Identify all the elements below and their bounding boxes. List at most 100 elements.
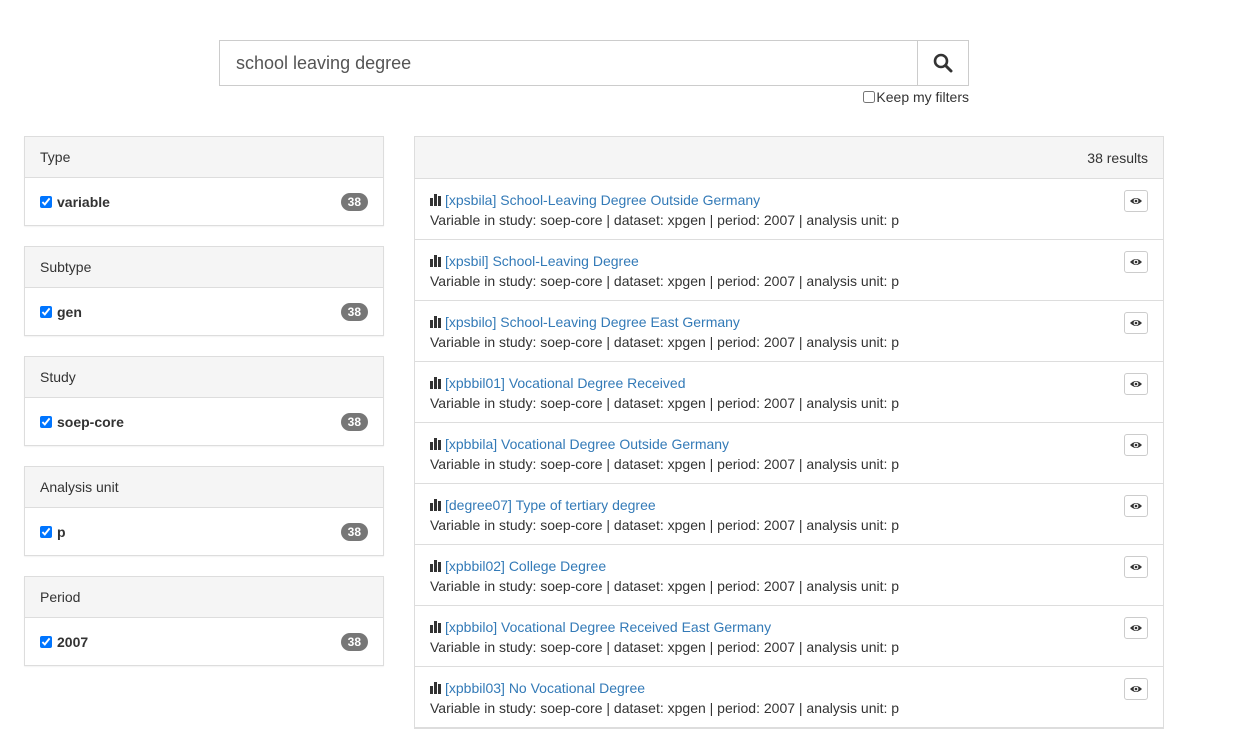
result-title-line: [xpbbil03] No Vocational Degree bbox=[430, 678, 1148, 698]
preview-button[interactable] bbox=[1124, 251, 1148, 273]
facet-checkbox[interactable] bbox=[40, 415, 52, 428]
results-header: 38 results bbox=[415, 137, 1163, 179]
preview-button[interactable] bbox=[1124, 495, 1148, 517]
facet-title: Type bbox=[25, 137, 383, 178]
keep-filters[interactable]: Keep my filters bbox=[863, 89, 969, 105]
result-row: [xpsbilo] School-Leaving Degree East Ger… bbox=[415, 301, 1163, 362]
result-description: Variable in study: soep-core | dataset: … bbox=[430, 456, 900, 472]
preview-button[interactable] bbox=[1124, 556, 1148, 578]
facet-option-label: 2007 bbox=[57, 633, 89, 650]
bar-chart-icon bbox=[430, 255, 441, 267]
result-row: [xpsbila] School-Leaving Degree Outside … bbox=[415, 179, 1163, 240]
result-description: Variable in study: soep-core | dataset: … bbox=[430, 334, 900, 350]
facet-title: Study bbox=[25, 357, 383, 398]
result-title-line: [xpbbila] Vocational Degree Outside Germ… bbox=[430, 434, 1148, 454]
result-description: Variable in study: soep-core | dataset: … bbox=[430, 395, 900, 411]
result-description: Variable in study: soep-core | dataset: … bbox=[430, 639, 900, 655]
result-row: [xpbbil01] Vocational Degree Received Var… bbox=[415, 362, 1163, 423]
count-badge: 38 bbox=[340, 412, 368, 431]
result-row: [xpbbil03] No Vocational Degree Variable … bbox=[415, 667, 1163, 728]
facet-checkbox[interactable] bbox=[40, 305, 52, 318]
bar-chart-icon bbox=[430, 438, 441, 450]
facet-option-label: p bbox=[57, 523, 66, 540]
result-title-line: [xpsbila] School-Leaving Degree Outside … bbox=[430, 190, 1148, 210]
facet-option-label: soep-core bbox=[57, 413, 124, 430]
facet-checkbox[interactable] bbox=[40, 635, 52, 648]
result-title-line: [xpbbil01] Vocational Degree Received bbox=[430, 373, 1148, 393]
facet-option[interactable]: p bbox=[40, 524, 66, 540]
eye-icon bbox=[1130, 686, 1142, 692]
result-title-line: [xpbbil02] College Degree bbox=[430, 556, 1148, 576]
eye-icon bbox=[1130, 259, 1142, 265]
bar-chart-icon bbox=[430, 499, 441, 511]
result-description: Variable in study: soep-core | dataset: … bbox=[430, 578, 900, 594]
facet-period: Period 2007 38 bbox=[24, 576, 384, 666]
result-row: [xpsbil] School-Leaving Degree Variable i… bbox=[415, 240, 1163, 301]
bar-chart-icon bbox=[430, 621, 441, 633]
eye-icon bbox=[1130, 564, 1142, 570]
result-title-link[interactable]: [xpsbil] School-Leaving Degree bbox=[445, 253, 639, 269]
preview-button[interactable] bbox=[1124, 190, 1148, 212]
facet-title: Analysis unit bbox=[25, 467, 383, 508]
facet-option[interactable]: variable bbox=[40, 194, 110, 210]
bar-chart-icon bbox=[430, 560, 441, 572]
facet-option[interactable]: gen bbox=[40, 304, 82, 320]
preview-button[interactable] bbox=[1124, 312, 1148, 334]
facet-option-label: variable bbox=[57, 193, 110, 210]
result-title-link[interactable]: [xpsbilo] School-Leaving Degree East Ger… bbox=[445, 314, 740, 330]
eye-icon bbox=[1130, 503, 1142, 509]
eye-icon bbox=[1130, 625, 1142, 631]
keep-filters-label: Keep my filters bbox=[876, 89, 969, 105]
result-description: Variable in study: soep-core | dataset: … bbox=[430, 517, 900, 533]
facet-option-label: gen bbox=[57, 303, 82, 320]
result-description: Variable in study: soep-core | dataset: … bbox=[430, 212, 900, 228]
facet-option[interactable]: 2007 bbox=[40, 634, 88, 650]
search-bar bbox=[219, 40, 969, 86]
result-row: [degree07] Type of tertiary degree Variab… bbox=[415, 484, 1163, 545]
search-button[interactable] bbox=[917, 40, 969, 86]
count-badge: 38 bbox=[340, 632, 368, 651]
result-title-link[interactable]: [xpbbil02] College Degree bbox=[445, 558, 606, 574]
result-title-line: [degree07] Type of tertiary degree bbox=[430, 495, 1148, 515]
facet-analysis-unit: Analysis unit p 38 bbox=[24, 466, 384, 556]
preview-button[interactable] bbox=[1124, 434, 1148, 456]
count-badge: 38 bbox=[340, 522, 368, 541]
facet-checkbox[interactable] bbox=[40, 195, 52, 208]
bar-chart-icon bbox=[430, 682, 441, 694]
result-title-link[interactable]: [xpsbila] School-Leaving Degree Outside … bbox=[445, 192, 760, 208]
result-title-link[interactable]: [degree07] Type of tertiary degree bbox=[445, 497, 656, 513]
result-row: [xpbbila] Vocational Degree Outside Germ… bbox=[415, 423, 1163, 484]
facet-checkbox[interactable] bbox=[40, 525, 52, 538]
facet-title: Subtype bbox=[25, 247, 383, 288]
eye-icon bbox=[1130, 320, 1142, 326]
facet-subtype: Subtype gen 38 bbox=[24, 246, 384, 336]
preview-button[interactable] bbox=[1124, 373, 1148, 395]
eye-icon bbox=[1130, 442, 1142, 448]
result-row: [xpbbilo] Vocational Degree Received Eas… bbox=[415, 606, 1163, 667]
count-badge: 38 bbox=[340, 192, 368, 211]
result-title-line: [xpbbilo] Vocational Degree Received Eas… bbox=[430, 617, 1148, 637]
search-icon bbox=[933, 53, 953, 73]
results-count: 38 results bbox=[1087, 149, 1148, 166]
results-panel: 38 results [xpsbila] School-Leaving Degr… bbox=[414, 136, 1164, 729]
results-list: [xpsbila] School-Leaving Degree Outside … bbox=[415, 179, 1163, 728]
keep-filters-checkbox[interactable] bbox=[863, 91, 876, 103]
result-description: Variable in study: soep-core | dataset: … bbox=[430, 273, 900, 289]
result-title-link[interactable]: [xpbbil01] Vocational Degree Received bbox=[445, 375, 686, 391]
eye-icon bbox=[1130, 381, 1142, 387]
preview-button[interactable] bbox=[1124, 617, 1148, 639]
result-title-link[interactable]: [xpbbilo] Vocational Degree Received Eas… bbox=[445, 619, 771, 635]
count-badge: 38 bbox=[340, 302, 368, 321]
facet-option[interactable]: soep-core bbox=[40, 414, 124, 430]
search-input[interactable] bbox=[219, 40, 917, 86]
result-description: Variable in study: soep-core | dataset: … bbox=[430, 700, 900, 716]
preview-button[interactable] bbox=[1124, 678, 1148, 700]
facet-type: Type variable 38 bbox=[24, 136, 384, 226]
result-title-link[interactable]: [xpbbila] Vocational Degree Outside Germ… bbox=[445, 436, 729, 452]
bar-chart-icon bbox=[430, 377, 441, 389]
result-title-line: [xpsbilo] School-Leaving Degree East Ger… bbox=[430, 312, 1148, 332]
bar-chart-icon bbox=[430, 316, 441, 328]
result-title-link[interactable]: [xpbbil03] No Vocational Degree bbox=[445, 680, 645, 696]
bar-chart-icon bbox=[430, 194, 441, 206]
result-title-line: [xpsbil] School-Leaving Degree bbox=[430, 251, 1148, 271]
